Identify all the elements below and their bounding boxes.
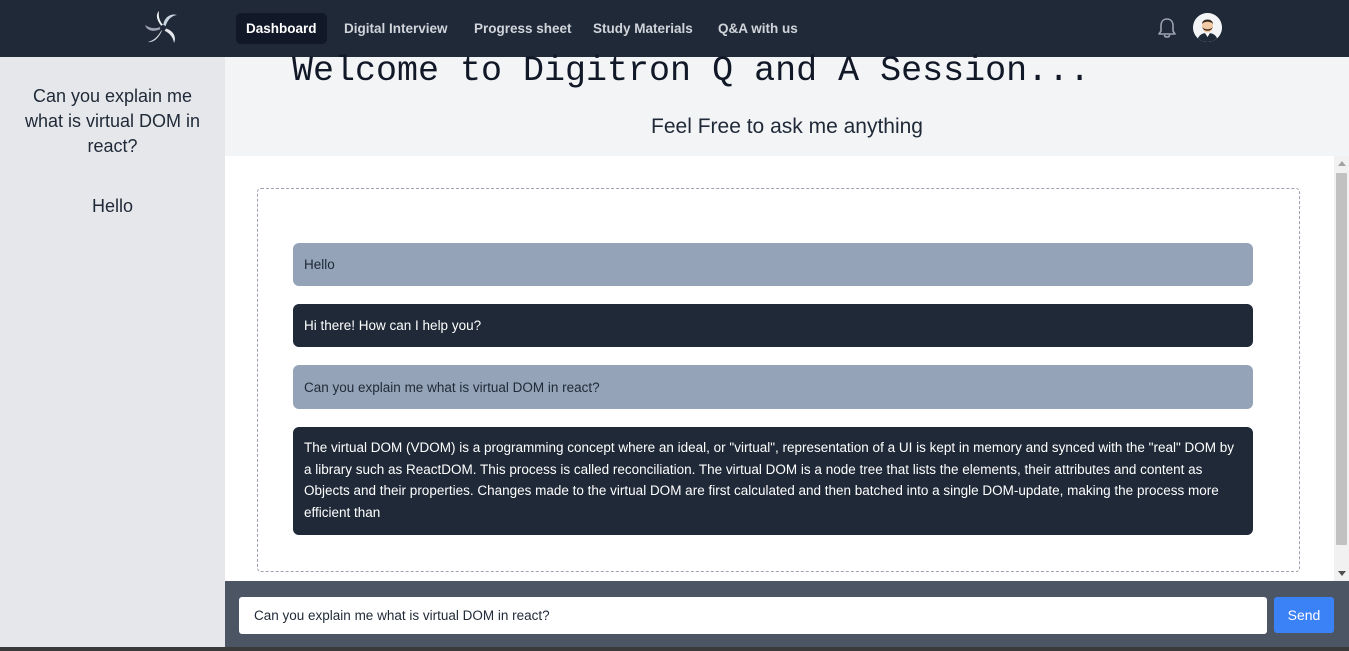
bot-message: Hi there! How can I help you? (293, 304, 1253, 347)
page-title: Welcome to Digitron Q and A Session... (292, 51, 1091, 91)
nav-dashboard[interactable]: Dashboard (236, 13, 327, 44)
message-text: The virtual DOM (VDOM) is a programming … (304, 440, 1235, 520)
bot-message: The virtual DOM (VDOM) is a programming … (293, 427, 1253, 535)
chat-scroll-area[interactable]: Hello Hi there! How can I help you? Can … (225, 156, 1349, 581)
main-panel: Welcome to Digitron Q and A Session... F… (225, 51, 1349, 651)
bell-icon[interactable] (1157, 17, 1177, 39)
spiral-logo-icon[interactable] (143, 9, 183, 47)
history-sidebar: Can you explain me what is virtual DOM i… (0, 57, 225, 651)
nav-digital-interview[interactable]: Digital Interview (334, 13, 458, 44)
heading-area: Welcome to Digitron Q and A Session... F… (225, 51, 1349, 156)
chat-container: Hello Hi there! How can I help you? Can … (257, 188, 1300, 572)
chat-scrollbar[interactable] (1334, 156, 1349, 581)
message-input[interactable] (239, 597, 1267, 634)
send-button[interactable]: Send (1274, 597, 1334, 633)
nav-progress-sheet[interactable]: Progress sheet (464, 13, 582, 44)
user-message: Hello (293, 243, 1253, 286)
user-message: Can you explain me what is virtual DOM i… (293, 365, 1253, 409)
message-text: Hello (304, 257, 335, 272)
taskbar-strip (0, 647, 1349, 651)
message-text: Can you explain me what is virtual DOM i… (304, 379, 600, 395)
page-subtitle: Feel Free to ask me anything (651, 115, 923, 138)
nav-study-materials[interactable]: Study Materials (583, 13, 703, 44)
message-text: Hi there! How can I help you? (304, 318, 482, 333)
sidebar-item-virtual-dom[interactable]: Can you explain me what is virtual DOM i… (0, 84, 225, 159)
scroll-up-arrow-icon[interactable] (1338, 161, 1346, 166)
scroll-down-arrow-icon[interactable] (1338, 571, 1346, 576)
top-navbar: Dashboard Digital Interview Progress she… (0, 0, 1349, 57)
message-input-bar: Send (225, 581, 1349, 651)
scroll-thumb[interactable] (1336, 173, 1347, 545)
user-avatar-icon[interactable] (1193, 13, 1222, 42)
sidebar-item-hello[interactable]: Hello (0, 194, 225, 219)
nav-qa-with-us[interactable]: Q&A with us (708, 13, 808, 44)
